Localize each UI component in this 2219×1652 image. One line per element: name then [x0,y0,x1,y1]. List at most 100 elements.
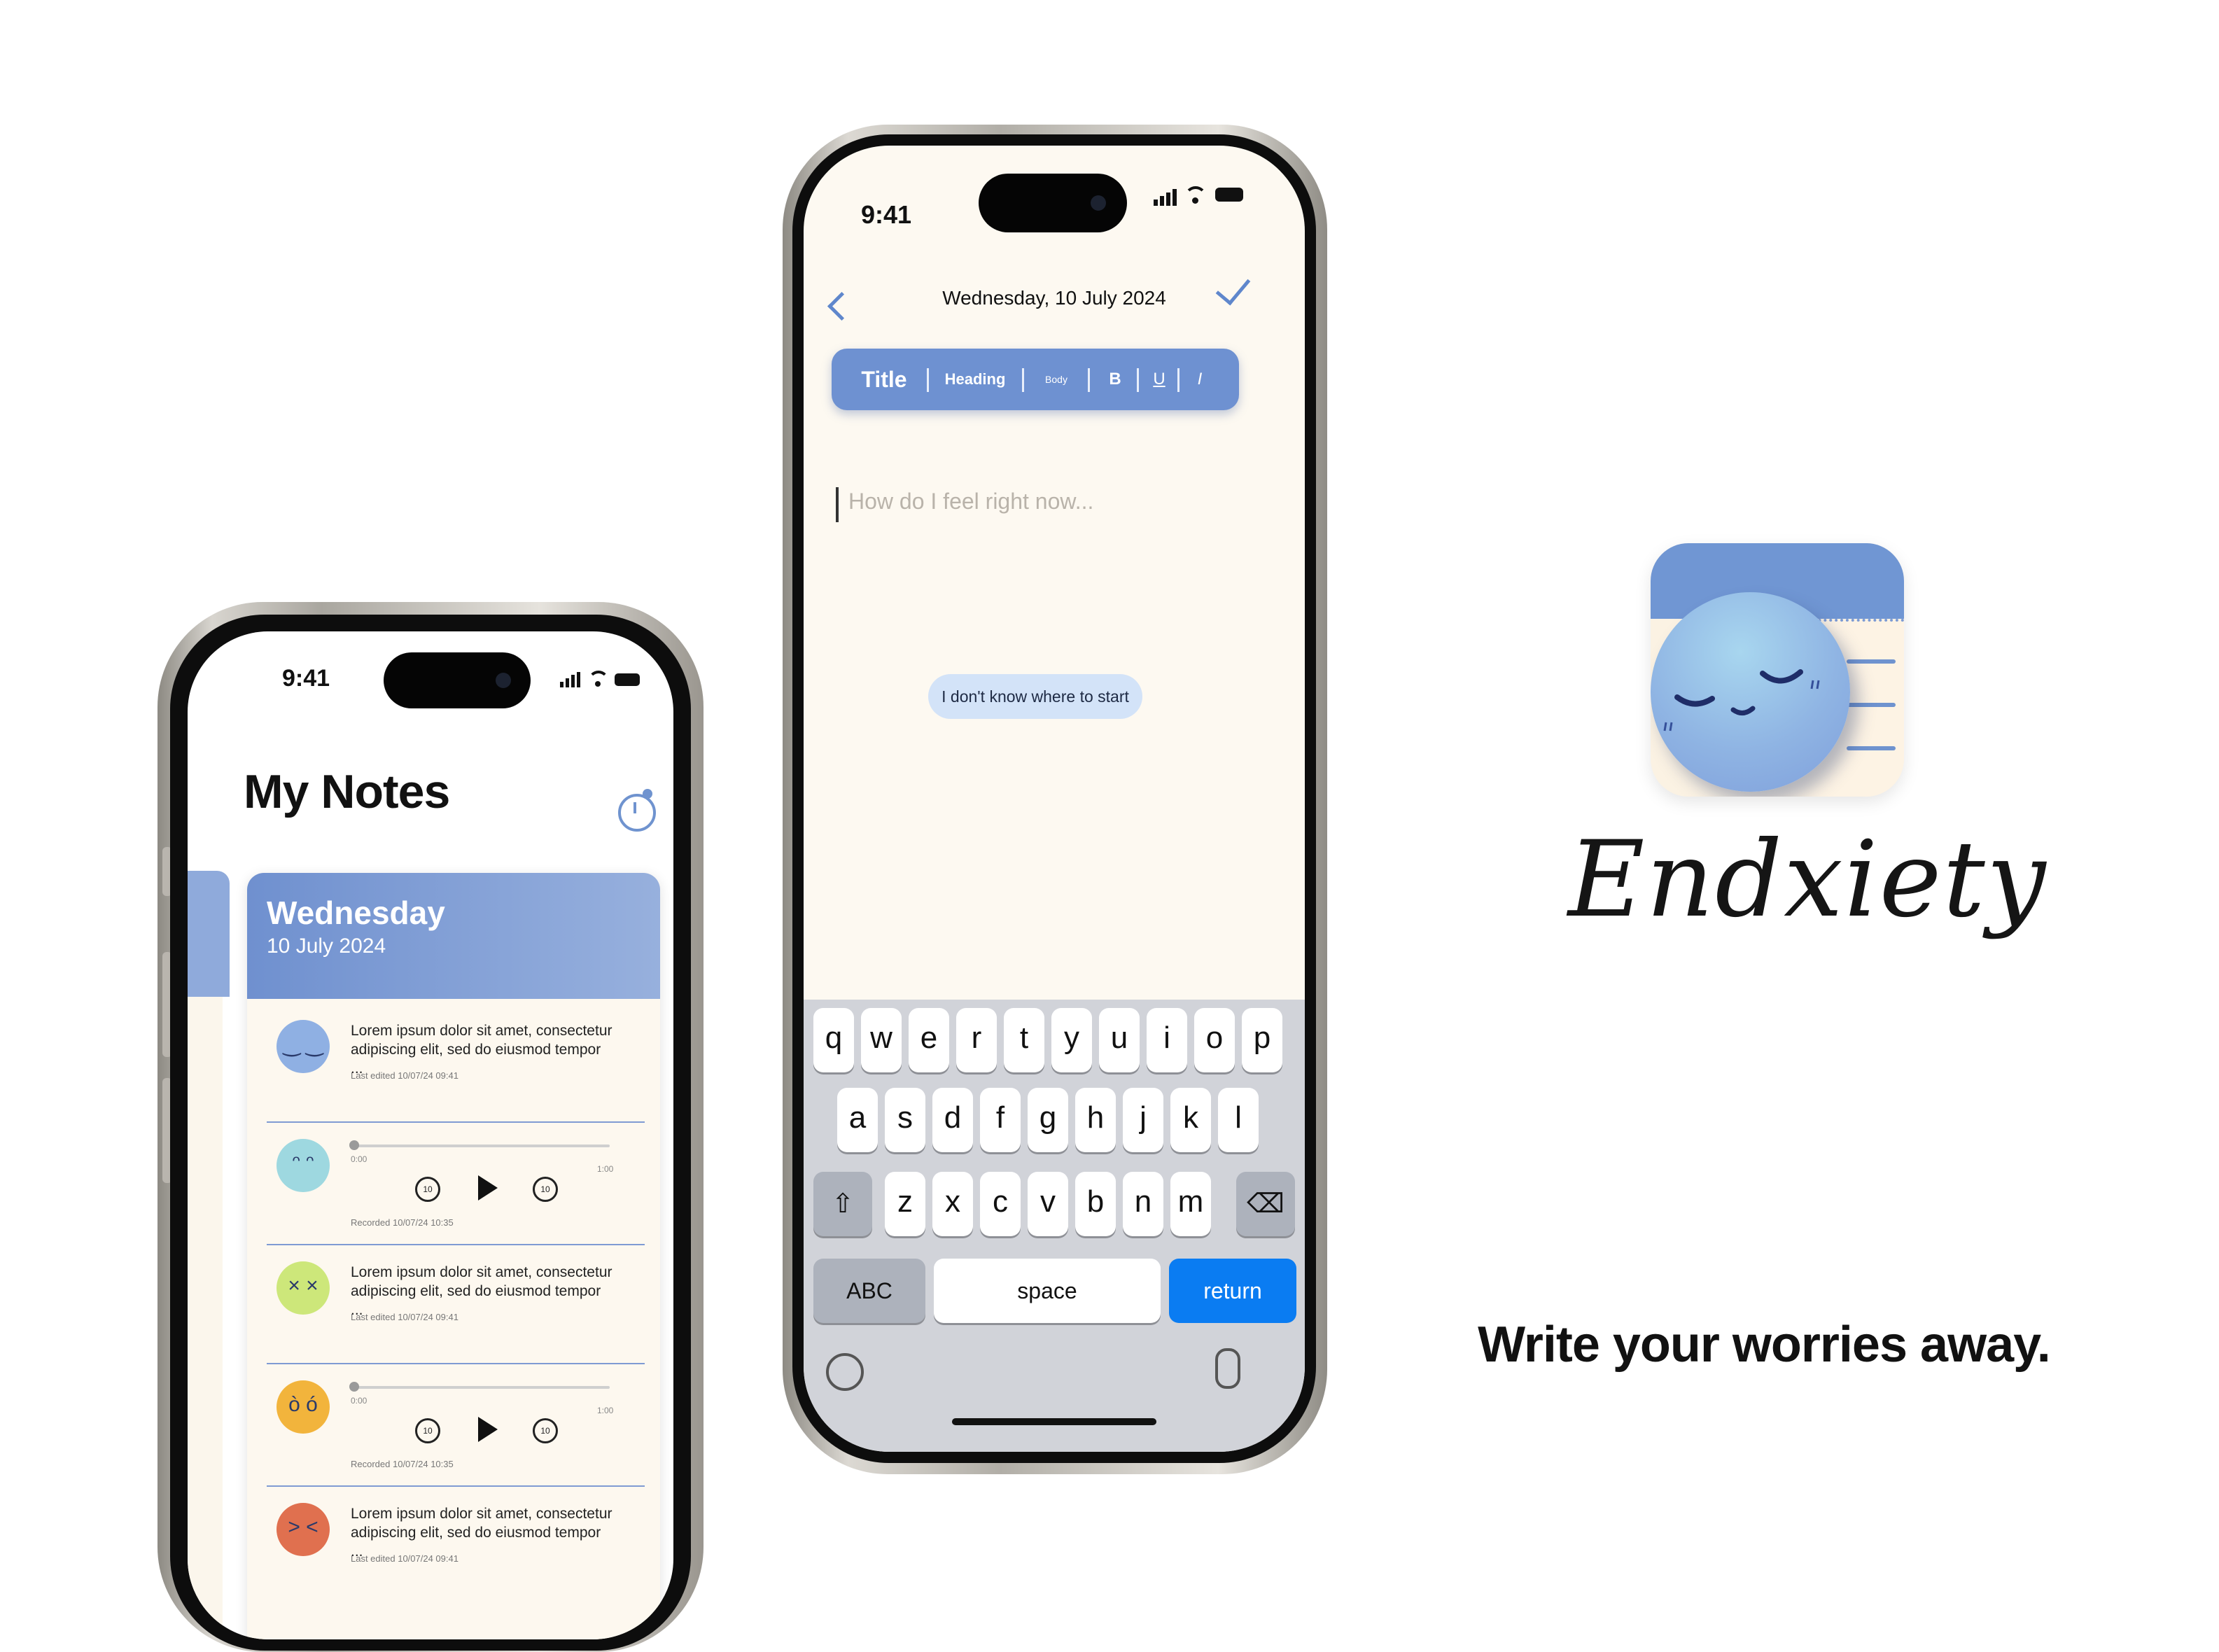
skip-forward-icon[interactable]: 10 [533,1418,558,1443]
skip-back-icon[interactable]: 10 [415,1418,440,1443]
mood-anxious-icon: ò ó [276,1380,330,1434]
return-key[interactable]: return [1169,1259,1296,1323]
key-l[interactable]: l [1218,1088,1259,1152]
key-a[interactable]: a [837,1088,878,1152]
audio-start-time: 0:00 [351,1396,368,1406]
key-m[interactable]: m [1170,1172,1211,1236]
format-bold-button[interactable]: B [1098,349,1133,410]
audio-scrubber[interactable] [351,1144,610,1147]
journal-text-input[interactable]: How do I feel right now... [848,489,1093,514]
abc-key[interactable]: ABC [813,1259,925,1323]
format-heading-button[interactable]: Heading [937,349,1014,410]
play-icon[interactable] [478,1175,498,1200]
key-e[interactable]: e [909,1008,949,1072]
previous-day-card[interactable] [188,871,230,997]
audio-scrubber-knob[interactable] [349,1140,359,1150]
wifi-icon [1184,186,1207,204]
note-preview: Lorem ipsum dolor sit amet, consectetur … [351,1506,612,1560]
format-underline-button[interactable]: U [1145,349,1173,410]
audio-scrubber[interactable] [351,1386,610,1389]
divider [267,1363,645,1364]
key-p[interactable]: p [1242,1008,1282,1072]
note-meta: Last edited 10/07/24 09:41 [351,1312,458,1322]
key-x[interactable]: x [932,1172,973,1236]
mic-icon[interactable] [1215,1348,1240,1389]
key-r[interactable]: r [956,1008,997,1072]
key-k[interactable]: k [1170,1088,1211,1152]
key-w[interactable]: w [861,1008,902,1072]
format-italic-button[interactable]: I [1186,349,1214,410]
editor-screen: 9:41 Wednesday, 10 July 2024 Title Headi… [804,146,1305,1452]
battery-icon [615,673,640,686]
status-time: 9:41 [282,665,330,692]
divider [267,1244,645,1245]
dynamic-island [979,174,1127,232]
text-caret [836,487,839,522]
audio-list-item[interactable]: ᵔ ᵔ 0:00 1:00 10 10 Recorded 10/07/24 10… [247,1125,660,1244]
format-toolbar: Title Heading Body B U I [832,349,1239,410]
dynamic-island [384,652,531,708]
key-c[interactable]: c [980,1172,1021,1236]
divider [1137,368,1139,392]
key-b[interactable]: b [1075,1172,1116,1236]
note-meta: Last edited 10/07/24 09:41 [351,1553,458,1564]
previous-day-card-body [188,997,223,1639]
key-g[interactable]: g [1028,1088,1068,1152]
audio-scrubber-knob[interactable] [349,1382,359,1392]
emoji-icon[interactable] [826,1353,864,1391]
app-icon [1651,543,1904,797]
skip-back-icon[interactable]: 10 [415,1177,440,1202]
list-item[interactable]: × × Lorem ipsum dolor sit amet, consecte… [247,1247,660,1366]
sleepy-face-icon [1651,592,1850,792]
day-weekday: Wednesday [267,895,445,931]
divider [267,1121,645,1123]
key-q[interactable]: q [813,1008,854,1072]
mood-calm-icon: ‿ ‿ [276,1020,330,1073]
mood-sick-icon: × × [276,1261,330,1315]
tagline: Write your worries away. [1478,1317,2051,1373]
divider [1088,368,1090,392]
audio-end-time: 1:00 [597,1406,614,1415]
audio-list-item[interactable]: ò ó 0:00 1:00 10 10 Recorded 10/07/24 10… [247,1366,660,1485]
play-icon[interactable] [478,1417,498,1442]
key-y[interactable]: y [1051,1008,1092,1072]
key-d[interactable]: d [932,1088,973,1152]
divider [267,1485,645,1487]
format-body-button[interactable]: Body [1032,349,1081,410]
notes-screen: 9:41 My Notes Wednesday 10 July 2024 ‿ ‿… [188,631,673,1639]
audio-start-time: 0:00 [351,1154,368,1164]
history-icon[interactable] [618,794,656,832]
key-i[interactable]: i [1147,1008,1187,1072]
key-t[interactable]: t [1004,1008,1044,1072]
delete-icon[interactable]: ⌫ [1236,1172,1295,1236]
key-n[interactable]: n [1123,1172,1163,1236]
history-badge [643,789,652,799]
list-item[interactable]: > < Lorem ipsum dolor sit amet, consecte… [247,1489,660,1608]
page-title: My Notes [244,765,450,818]
home-indicator [952,1418,1156,1425]
key-j[interactable]: j [1123,1088,1163,1152]
list-item[interactable]: ‿ ‿ Lorem ipsum dolor sit amet, consecte… [247,1006,660,1125]
key-s[interactable]: s [885,1088,925,1152]
status-time: 9:41 [861,200,912,229]
battery-icon [1215,188,1243,202]
key-v[interactable]: v [1028,1172,1068,1236]
key-o[interactable]: o [1194,1008,1235,1072]
divider [927,368,929,392]
divider [1177,368,1180,392]
day-card[interactable]: Wednesday 10 July 2024 ‿ ‿ Lorem ipsum d… [247,873,660,1639]
recording-meta: Recorded 10/07/24 10:35 [351,1217,454,1228]
signal-icon [560,672,581,687]
shift-icon[interactable]: ⇧ [813,1172,872,1236]
brand-wordmark: Endxiety [1568,819,2047,941]
key-f[interactable]: f [980,1088,1021,1152]
key-u[interactable]: u [1099,1008,1140,1072]
space-key[interactable]: space [934,1259,1161,1323]
prompt-suggestion-chip[interactable]: I don't know where to start [928,674,1142,719]
note-meta: Last edited 10/07/24 09:41 [351,1070,458,1081]
key-h[interactable]: h [1075,1088,1116,1152]
format-title-button[interactable]: Title [853,349,916,410]
recording-meta: Recorded 10/07/24 10:35 [351,1459,454,1469]
skip-forward-icon[interactable]: 10 [533,1177,558,1202]
key-z[interactable]: z [885,1172,925,1236]
